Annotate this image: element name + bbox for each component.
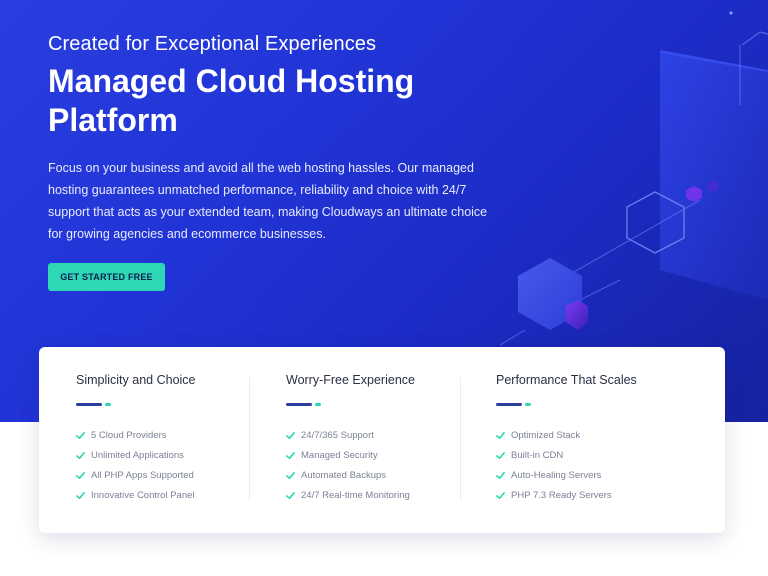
feature-label: Optimized Stack <box>511 429 581 441</box>
hero-description: Focus on your business and avoid all the… <box>48 161 488 241</box>
feature-item: Managed Security <box>286 445 410 465</box>
feature-label: Built-in CDN <box>511 449 564 461</box>
landing-page: Created for Exceptional Experiences Mana… <box>0 0 768 576</box>
check-icon <box>76 451 85 459</box>
feature-list: 24/7/365 Support Managed Security Automa… <box>286 425 410 505</box>
feature-column-worry-free: Worry-Free Experience 24/7/365 Support M… <box>286 347 496 533</box>
feature-item: Auto-Healing Servers <box>496 465 612 485</box>
feature-label: 24/7/365 Support <box>301 429 374 441</box>
feature-item: 24/7/365 Support <box>286 425 410 445</box>
feature-item: 24/7 Real-time Monitoring <box>286 485 410 505</box>
hero-eyebrow: Created for Exceptional Experiences <box>48 33 377 55</box>
feature-item: 5 Cloud Providers <box>76 425 195 445</box>
check-icon <box>496 431 505 439</box>
check-icon <box>76 471 85 479</box>
page-title: Managed Cloud Hosting Platform <box>48 63 415 138</box>
check-icon <box>76 491 85 499</box>
check-icon <box>286 451 295 459</box>
check-icon <box>76 431 85 439</box>
feature-column-title: Performance That Scales <box>496 373 637 387</box>
feature-item: Unlimited Applications <box>76 445 195 465</box>
feature-column-title: Simplicity and Choice <box>76 373 196 387</box>
feature-label: 24/7 Real-time Monitoring <box>301 489 410 501</box>
feature-list: Optimized Stack Built-in CDN Auto-Healin… <box>496 425 612 505</box>
check-icon <box>286 431 295 439</box>
title-accent-bar <box>76 403 116 407</box>
title-accent-bar <box>286 403 326 407</box>
get-started-button[interactable]: GET STARTED FREE <box>48 263 165 291</box>
feature-label: All PHP Apps Supported <box>91 469 194 481</box>
check-icon <box>286 471 295 479</box>
feature-label: Auto-Healing Servers <box>511 469 602 481</box>
feature-column-simplicity: Simplicity and Choice 5 Cloud Providers … <box>76 347 286 533</box>
feature-label: Innovative Control Panel <box>91 489 195 501</box>
feature-label: Managed Security <box>301 449 378 461</box>
feature-item: Innovative Control Panel <box>76 485 195 505</box>
feature-item: Built-in CDN <box>496 445 612 465</box>
feature-column-title: Worry-Free Experience <box>286 373 415 387</box>
check-icon <box>496 491 505 499</box>
feature-list: 5 Cloud Providers Unlimited Applications… <box>76 425 195 505</box>
check-icon <box>286 491 295 499</box>
features-card: Simplicity and Choice 5 Cloud Providers … <box>39 347 725 533</box>
feature-column-performance: Performance That Scales Optimized Stack … <box>496 347 706 533</box>
feature-label: Automated Backups <box>301 469 387 481</box>
check-icon <box>496 471 505 479</box>
feature-label: Unlimited Applications <box>91 449 184 461</box>
feature-item: All PHP Apps Supported <box>76 465 195 485</box>
feature-item: PHP 7.3 Ready Servers <box>496 485 612 505</box>
check-icon <box>496 451 505 459</box>
feature-item: Optimized Stack <box>496 425 612 445</box>
feature-label: PHP 7.3 Ready Servers <box>511 489 612 501</box>
feature-label: 5 Cloud Providers <box>91 429 167 441</box>
feature-item: Automated Backups <box>286 465 410 485</box>
title-accent-bar <box>496 403 536 407</box>
